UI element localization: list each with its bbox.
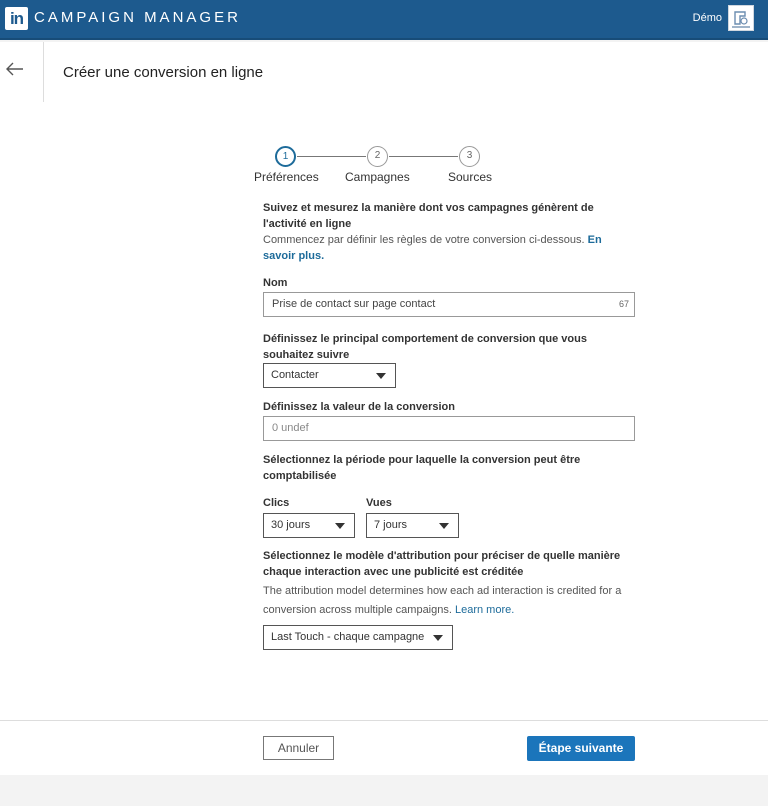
next-step-button[interactable]: Étape suivante bbox=[527, 736, 635, 761]
chevron-down-icon bbox=[376, 373, 386, 379]
attribution-model-select[interactable]: Last Touch - chaque campagne bbox=[263, 625, 453, 650]
back-button[interactable] bbox=[0, 42, 44, 102]
step-3-circle: 3 bbox=[459, 146, 480, 167]
value-label: Définissez la valeur de la conversion bbox=[263, 401, 455, 413]
clicks-window-value: 30 jours bbox=[271, 519, 311, 531]
progress-stepper: 1 2 3 Préférences Campagnes Sources bbox=[248, 146, 498, 186]
step-connector bbox=[389, 156, 458, 157]
page-title: Créer une conversion en ligne bbox=[63, 64, 264, 81]
page-content: Créer une conversion en ligne 1 2 3 Préf… bbox=[0, 42, 768, 775]
chevron-down-icon bbox=[433, 635, 443, 641]
attribution-model-value: Last Touch - chaque campagne bbox=[271, 631, 425, 643]
views-window-value: 7 jours bbox=[374, 519, 408, 531]
character-counter: 67 bbox=[618, 299, 629, 309]
step-2-circle: 2 bbox=[367, 146, 388, 167]
step-3-label: Sources bbox=[448, 170, 493, 184]
account-name[interactable]: Démo bbox=[693, 12, 722, 24]
intro-text-body: Commencez par définir les règles de votr… bbox=[263, 234, 585, 246]
page-header: Créer une conversion en ligne bbox=[0, 42, 768, 104]
period-label: Sélectionnez la période pour laquelle la… bbox=[263, 454, 581, 482]
step-1-label: Préférences bbox=[254, 170, 319, 184]
name-input-value: Prise de contact sur page contact bbox=[272, 298, 436, 310]
chevron-down-icon bbox=[439, 523, 449, 529]
attribution-label: Sélectionnez le modèle d'attribution pou… bbox=[263, 550, 621, 578]
cancel-button[interactable]: Annuler bbox=[263, 736, 334, 760]
behavior-select-value: Contacter bbox=[271, 369, 319, 381]
top-navigation-bar: in CAMPAIGN MANAGER Démo bbox=[0, 0, 768, 40]
views-window-select[interactable]: 7 jours bbox=[366, 513, 459, 538]
behavior-select[interactable]: Contacter bbox=[263, 363, 396, 388]
app-title[interactable]: CAMPAIGN MANAGER bbox=[34, 9, 241, 26]
value-input-placeholder: 0 undef bbox=[272, 422, 309, 434]
clicks-window-select[interactable]: 30 jours bbox=[263, 513, 355, 538]
step-1-circle: 1 bbox=[275, 146, 296, 167]
form-footer: Annuler Étape suivante bbox=[0, 720, 768, 775]
attribution-description: The attribution model determines how eac… bbox=[263, 582, 635, 620]
intro-title: Suivez et mesurez la manière dont vos ca… bbox=[263, 202, 594, 230]
value-input[interactable]: 0 undef bbox=[263, 416, 635, 441]
account-avatar[interactable] bbox=[728, 5, 754, 31]
learn-more-link-en[interactable]: Learn more. bbox=[455, 604, 514, 616]
intro-text: Commencez par définir les règles de votr… bbox=[263, 232, 635, 264]
chevron-down-icon bbox=[335, 523, 345, 529]
name-label: Nom bbox=[263, 277, 288, 289]
clicks-label: Clics bbox=[263, 497, 290, 509]
arrow-left-icon bbox=[6, 62, 23, 76]
step-2-label: Campagnes bbox=[345, 170, 410, 184]
behavior-label: Définissez le principal comportement de … bbox=[263, 333, 587, 361]
linkedin-logo-icon[interactable]: in bbox=[5, 7, 28, 30]
name-input[interactable]: Prise de contact sur page contact 67 bbox=[263, 292, 635, 317]
step-connector bbox=[297, 156, 366, 157]
attribution-description-text: The attribution model determines how eac… bbox=[263, 585, 622, 616]
avatar-image-icon bbox=[729, 6, 753, 30]
views-label: Vues bbox=[366, 497, 392, 509]
